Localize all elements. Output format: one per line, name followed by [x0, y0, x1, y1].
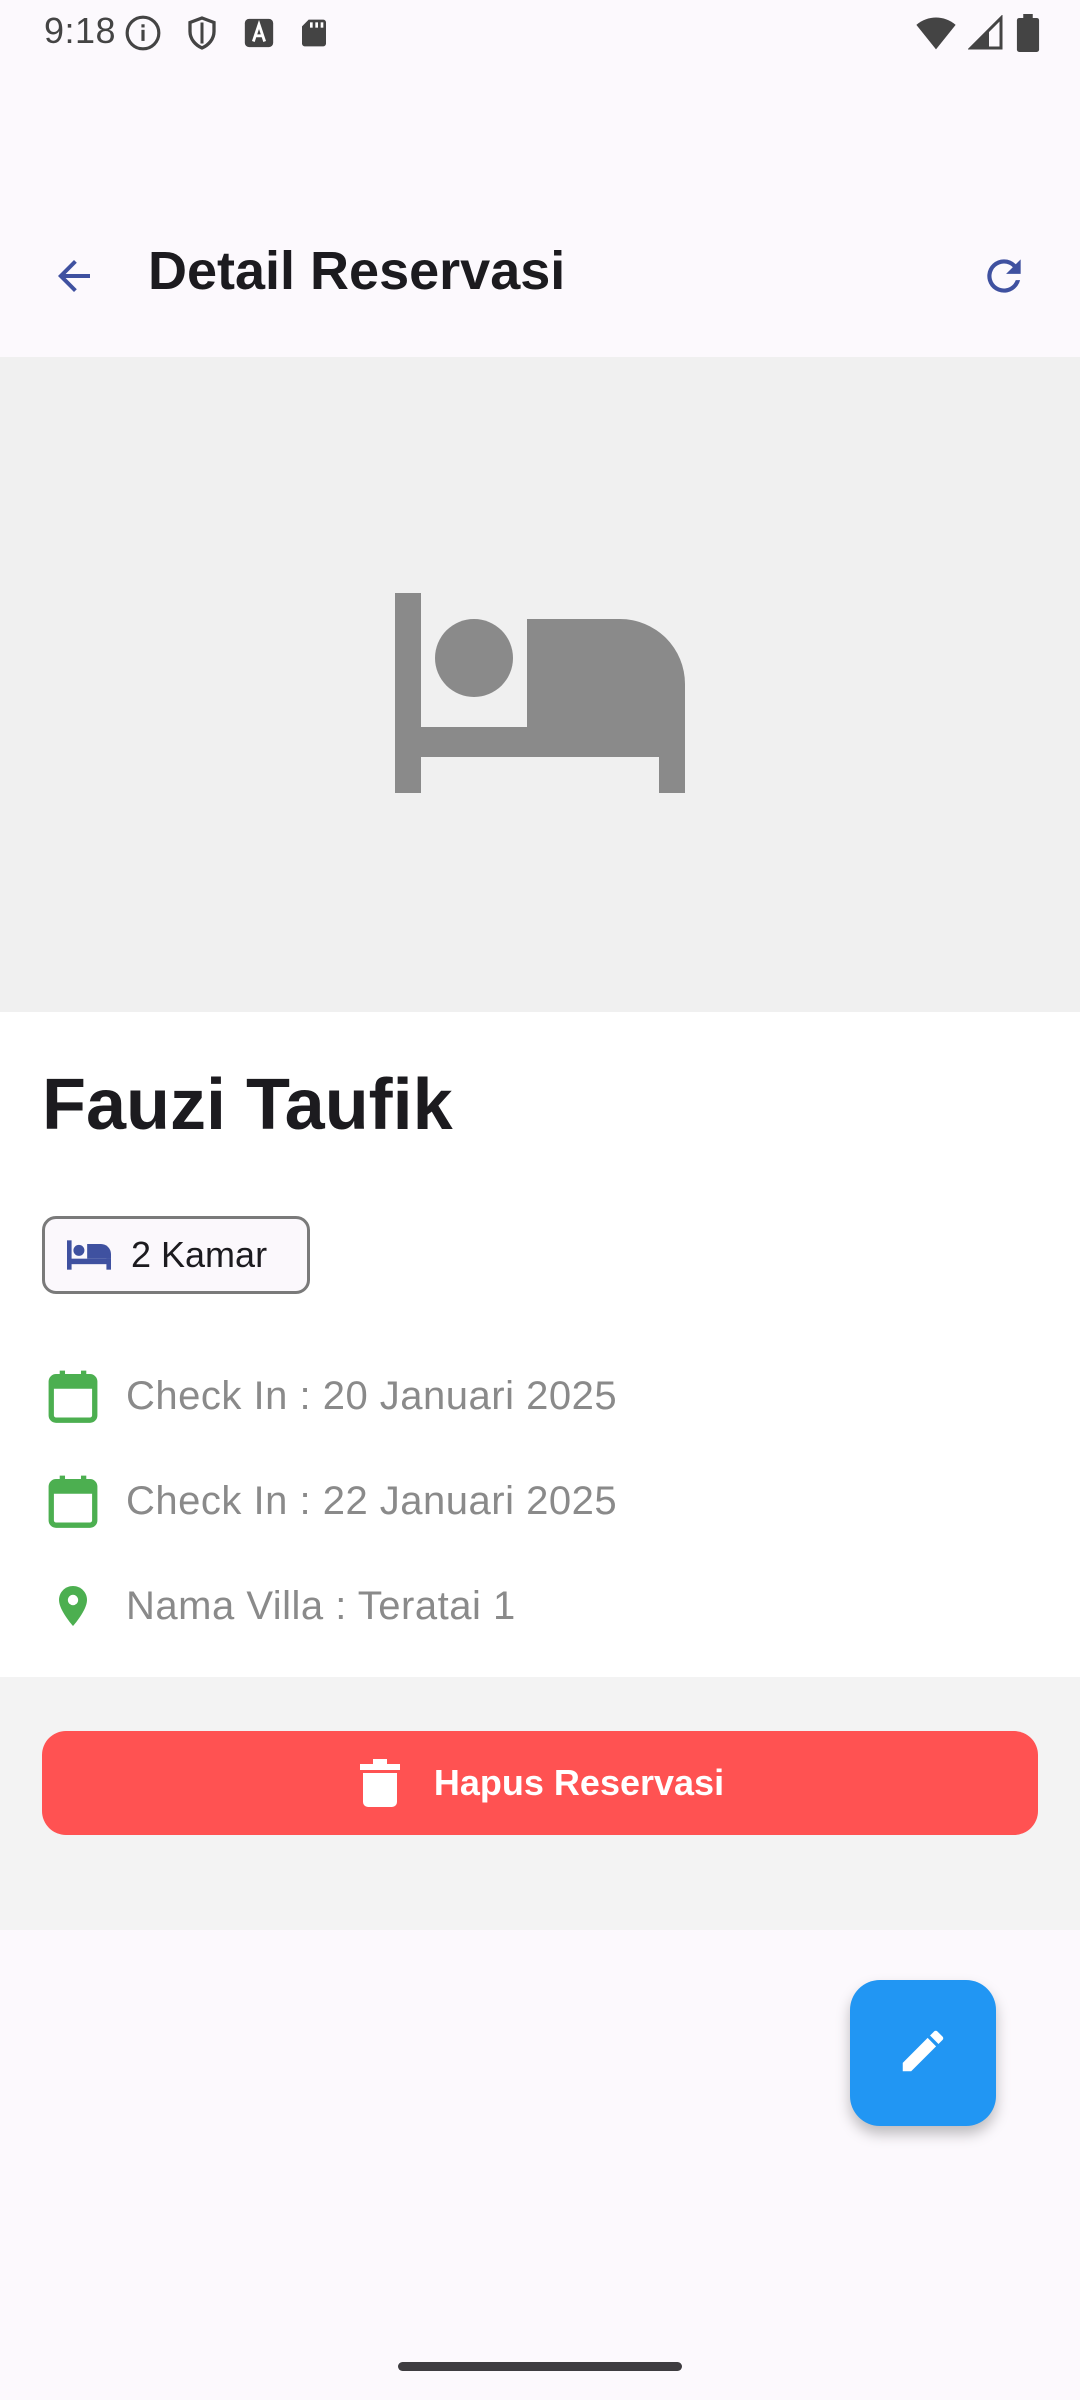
status-icons-left	[124, 14, 330, 57]
calendar-icon	[42, 1470, 104, 1532]
room-count-chip: 2 Kamar	[42, 1216, 310, 1294]
status-time: 9:18	[44, 10, 117, 51]
check-out-text: Check In : 22 Januari 2025	[126, 1478, 618, 1523]
font-icon	[242, 16, 276, 55]
wifi-icon	[916, 15, 956, 56]
signal-icon	[967, 14, 1004, 56]
bed-icon	[65, 1231, 113, 1279]
villa-text: Nama Villa : Teratai 1	[126, 1583, 516, 1628]
check-in-row: Check In : 20 Januari 2025	[42, 1364, 617, 1428]
villa-row: Nama Villa : Teratai 1	[42, 1574, 516, 1638]
refresh-button[interactable]	[964, 238, 1044, 318]
delete-section: Hapus Reservasi	[0, 1677, 1080, 1930]
status-icons-right	[916, 14, 1040, 57]
reservation-details: Fauzi Taufik 2 Kamar Check In : 20 Janua…	[0, 1012, 1080, 1677]
check-out-row: Check In : 22 Januari 2025	[42, 1469, 617, 1533]
delete-reservation-label: Hapus Reservasi	[433, 1762, 725, 1803]
bed-icon	[395, 593, 685, 793]
info-icon	[124, 14, 162, 57]
refresh-icon	[979, 251, 1029, 306]
room-count-label: 2 Kamar	[131, 1234, 268, 1275]
gesture-handle[interactable]	[398, 2362, 682, 2371]
calendar-icon	[42, 1365, 104, 1427]
sd-card-icon	[298, 15, 330, 56]
trash-icon	[356, 1757, 404, 1809]
delete-reservation-button[interactable]: Hapus Reservasi	[42, 1731, 1038, 1835]
app-bar: Detail Reservasi	[0, 210, 1080, 340]
reservation-image	[0, 357, 1080, 1012]
edit-reservation-fab[interactable]	[850, 1980, 996, 2126]
status-bar: 9:18	[0, 0, 1080, 64]
battery-icon	[1016, 14, 1040, 57]
shield-icon	[184, 14, 220, 57]
back-button[interactable]	[34, 238, 114, 318]
pencil-icon	[896, 2024, 950, 2083]
check-in-text: Check In : 20 Januari 2025	[126, 1373, 618, 1418]
page-title: Detail Reservasi	[148, 241, 566, 301]
guest-name: Fauzi Taufik	[42, 1065, 453, 1145]
location-pin-icon	[42, 1575, 104, 1637]
arrow-back-icon	[50, 252, 98, 305]
